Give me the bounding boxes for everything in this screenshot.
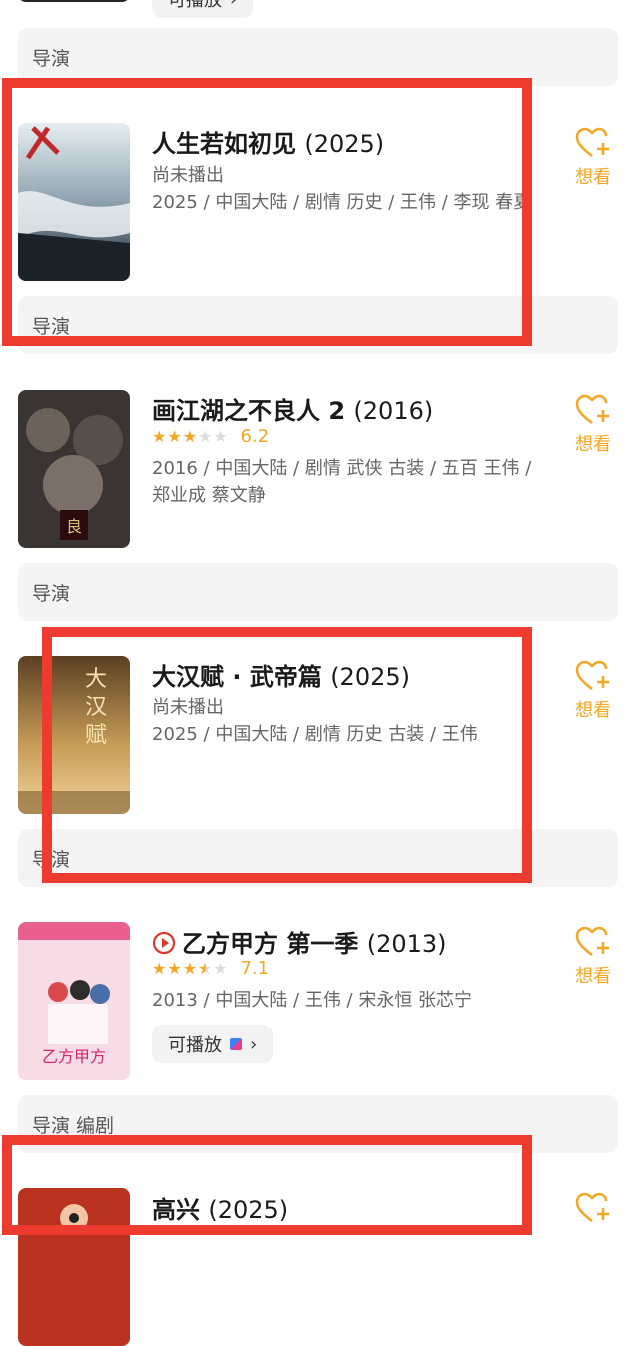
rating-score: 6.2 — [240, 426, 270, 447]
poster-image[interactable] — [18, 123, 130, 281]
video-platform-icon — [230, 1038, 242, 1050]
item-meta: 2025 / 中国大陆 / 剧情 历史 古装 / 王伟 — [152, 724, 478, 745]
play-available-chip[interactable]: 可播放 › — [152, 1025, 274, 1063]
svg-text:大: 大 — [85, 667, 107, 692]
heart-plus-icon — [575, 1192, 609, 1222]
role-label: 导演 — [32, 583, 71, 605]
item-meta: 2016 / 中国大陆 / 剧情 武侠 古装 / 五百 王伟 / 郑业成 蔡文静 — [152, 458, 532, 506]
svg-text:良: 良 — [66, 517, 82, 536]
role-bar: 导演 编剧 — [18, 1095, 618, 1153]
want-to-watch-button[interactable]: 想看 — [570, 394, 616, 456]
poster-image[interactable]: 大 汉 赋 — [18, 656, 130, 814]
role-label: 导演 — [32, 316, 71, 338]
heart-plus-icon — [575, 394, 609, 424]
heart-plus-icon — [575, 127, 609, 157]
want-to-watch-button[interactable]: 想看 — [570, 660, 616, 722]
want-label: 想看 — [575, 167, 611, 188]
rating-row: ★★★★★ 7.1 — [152, 958, 269, 979]
star-rating: ★★★★★ — [152, 427, 229, 446]
chevron-right-icon: › — [230, 0, 237, 10]
role-bar: 导演 — [18, 563, 618, 621]
want-label: 想看 — [575, 700, 611, 721]
play-chip-label: 可播放 — [168, 0, 222, 11]
role-label: 导演 — [32, 48, 71, 70]
svg-text:赋: 赋 — [85, 723, 107, 748]
item-status: 尚未播出 — [152, 165, 224, 186]
item-title[interactable]: 人生若如初见 (2025) — [152, 124, 384, 159]
want-label: 想看 — [575, 434, 611, 455]
item-title[interactable]: 画江湖之不良人 2 (2016) — [152, 391, 433, 426]
role-bar: 导演 — [18, 829, 618, 887]
role-label: 导演 — [32, 849, 71, 871]
want-to-watch-button[interactable]: 想看 — [570, 926, 616, 988]
poster-image[interactable] — [18, 1188, 130, 1346]
play-circle-icon — [152, 931, 176, 955]
item-title[interactable]: 大汉赋 · 武帝篇 (2025) — [152, 657, 410, 692]
item-status: 尚未播出 — [152, 697, 224, 718]
role-label: 导演 编剧 — [32, 1115, 115, 1137]
role-bar: 导演 — [18, 296, 618, 354]
prev-play-chip[interactable]: 可播放 › — [152, 0, 254, 18]
chevron-right-icon: › — [250, 1033, 258, 1055]
item-title[interactable]: 高兴 (2025) — [152, 1190, 288, 1225]
item-meta: 2013 / 中国大陆 / 王伟 / 宋永恒 张芯宁 — [152, 990, 473, 1011]
want-to-watch-button[interactable] — [570, 1192, 616, 1224]
item-title[interactable]: 乙方甲方 第一季 (2013) — [152, 924, 447, 959]
rating-score: 7.1 — [240, 958, 270, 979]
rating-row: ★★★★★ 6.2 — [152, 426, 269, 447]
role-bar: 导演 — [18, 28, 618, 86]
poster-image[interactable]: 良 — [18, 390, 130, 548]
poster-image[interactable]: 乙方甲方 — [18, 922, 130, 1080]
heart-plus-icon — [575, 926, 609, 956]
prev-poster — [18, 0, 130, 2]
item-meta: 2025 / 中国大陆 / 剧情 历史 / 王伟 / 李现 春夏 — [152, 192, 532, 213]
star-rating: ★★★★★ — [152, 959, 229, 978]
heart-plus-icon — [575, 660, 609, 690]
svg-text:乙方甲方: 乙方甲方 — [42, 1047, 106, 1066]
want-to-watch-button[interactable]: 想看 — [570, 127, 616, 189]
want-label: 想看 — [575, 966, 611, 987]
play-chip-label: 可播放 — [168, 1035, 222, 1056]
svg-text:汉: 汉 — [85, 695, 107, 720]
